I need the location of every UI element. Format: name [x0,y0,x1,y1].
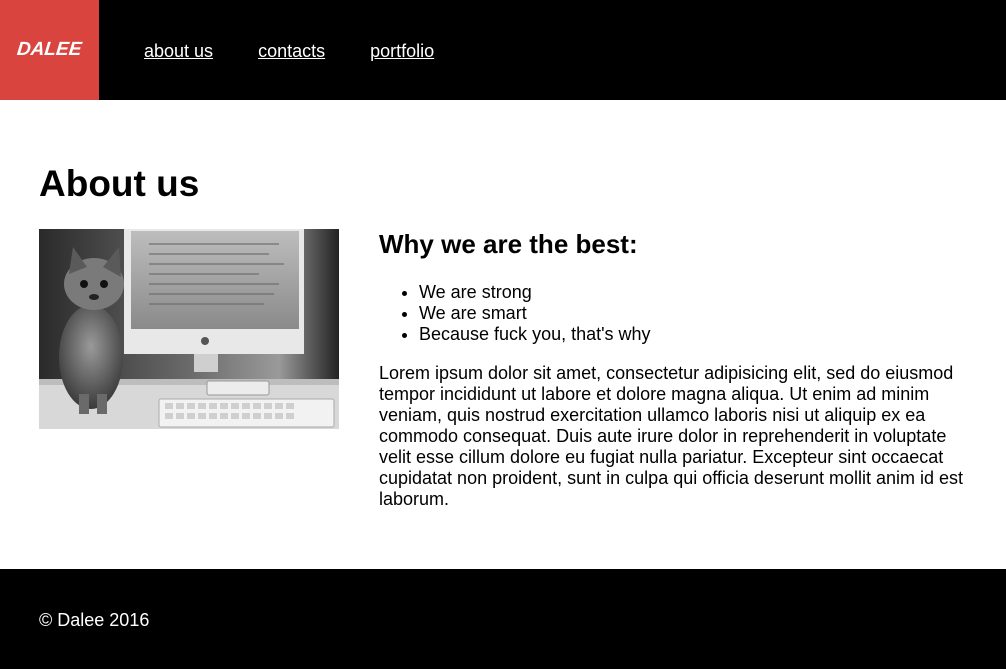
nav-link-about-us[interactable]: about us [144,40,213,62]
reasons-list: We are strong We are smart Because fuck … [379,282,979,345]
list-item: We are smart [419,303,979,324]
body-paragraph: Lorem ipsum dolor sit amet, consectetur … [379,363,964,509]
site-header: DALEE about us contacts portfolio [0,0,1006,100]
section-heading: Why we are the best: [379,229,638,259]
copyright-text: © Dalee 2016 [39,610,150,630]
page-title: About us [39,163,200,204]
site-footer: © Dalee 2016 [0,569,1006,669]
logo: DALEE [16,39,83,60]
nav-link-portfolio[interactable]: portfolio [370,40,434,62]
kitten-photo [39,229,339,429]
main-nav: about us contacts portfolio [144,40,479,62]
kitten-photo-illustration [39,229,339,429]
nav-link-contacts[interactable]: contacts [258,40,325,62]
list-item: Because fuck you, that's why [419,324,979,345]
list-item: We are strong [419,282,979,303]
logo-link[interactable]: DALEE [0,0,99,100]
about-content: Why we are the best: We are strong We ar… [379,226,979,510]
